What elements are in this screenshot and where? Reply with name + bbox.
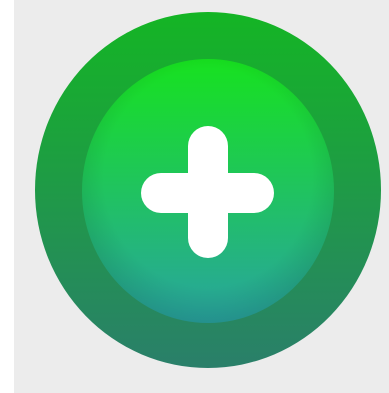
add-app-icon[interactable]: [35, 12, 381, 368]
plus-icon: [35, 12, 381, 368]
plus-horizontal-bar: [141, 173, 274, 213]
